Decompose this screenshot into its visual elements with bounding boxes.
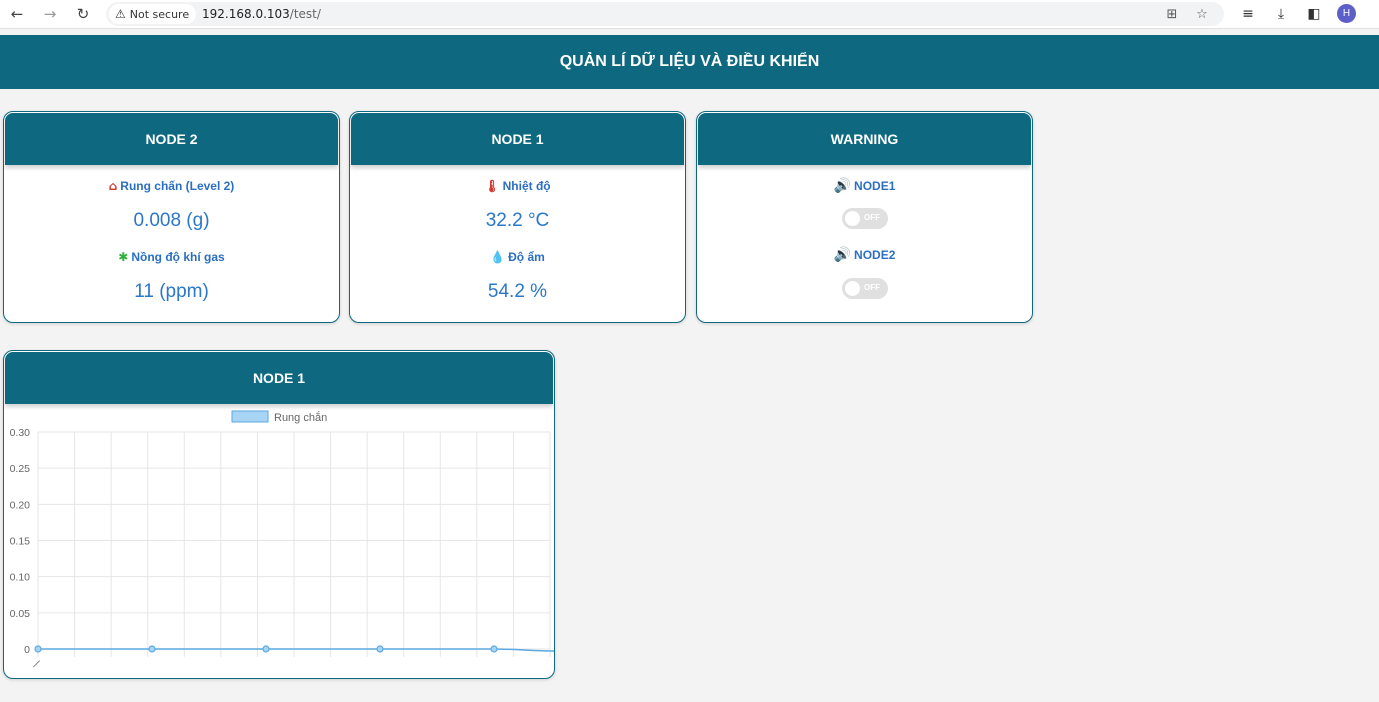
toggle-knob — [845, 281, 860, 296]
gas-label-row: ✱ Nồng độ khí gas — [4, 250, 339, 264]
speaker-icon: 🔊 — [833, 178, 852, 194]
chart-legend[interactable]: Rung chắn — [231, 410, 327, 424]
warning-card: WARNING 🔊 NODE1 OFF 🔊 NODE2 OFF — [696, 111, 1033, 323]
back-icon[interactable]: ← — [6, 3, 28, 25]
x-axis-tick-label: — — [29, 657, 44, 672]
star-icon[interactable]: ☆ — [1193, 5, 1211, 23]
warning-triangle-icon: ⚠ — [115, 7, 126, 21]
humidity-label-row: 💧 Độ ẩm — [350, 250, 685, 264]
browser-toolbar: ← → ↻ ⚠ Not secure 192.168.0.103/test/ ⊞… — [0, 0, 1379, 29]
vibration-label-row: ⌂ Rung chấn (Level 2) — [4, 179, 339, 193]
legend-swatch — [231, 410, 269, 423]
download-icon[interactable]: ⤓ — [1271, 4, 1291, 24]
toggle-state: OFF — [864, 283, 880, 292]
temperature-label: Nhiệt độ — [502, 179, 551, 193]
chart-card: NODE 1 0.30 0.25 0.20 0.15 0.10 0.05 0 Rung ch… — [3, 350, 555, 679]
reload-icon[interactable]: ↻ — [72, 3, 94, 25]
forward-icon[interactable]: → — [39, 3, 61, 25]
url-text[interactable]: 192.168.0.103/test/ — [202, 7, 321, 21]
y-tick-label: 0 — [24, 644, 30, 656]
gas-label: Nồng độ khí gas — [131, 250, 225, 264]
humidity-value: 54.2 % — [487, 281, 548, 302]
chart-card-title: NODE 1 — [5, 352, 553, 404]
side-panel-icon[interactable]: ◧ — [1304, 4, 1324, 24]
node1-card: NODE 1 🌡 Nhiệt độ 32.2 °C 💧 Độ ẩm 54.2 % — [349, 111, 686, 323]
profile-avatar[interactable]: H — [1337, 4, 1356, 23]
toggle-knob — [845, 211, 860, 226]
y-tick-label: 0.30 — [10, 427, 31, 439]
y-tick-label: 0.15 — [10, 536, 31, 548]
warning-card-title: WARNING — [698, 113, 1031, 165]
y-axis: 0.30 0.25 0.20 0.15 0.10 0.05 0 — [10, 427, 31, 656]
gas-value: 11 (ppm) — [134, 281, 209, 302]
temperature-value: 32.2 °C — [485, 210, 550, 231]
vibration-label: Rung chấn (Level 2) — [120, 179, 235, 193]
translate-icon[interactable]: ⊞ — [1163, 5, 1181, 23]
security-label: Not secure — [129, 7, 190, 21]
security-indicator[interactable]: ⚠ Not secure — [109, 4, 197, 24]
y-tick-label: 0.10 — [10, 572, 31, 584]
url-host: 192.168.0.103 — [202, 7, 290, 21]
speaker-icon: 🔊 — [833, 247, 852, 263]
reading-list-icon[interactable]: ≡ — [1238, 4, 1258, 24]
page-title: QUẢN LÍ DỮ LIỆU VÀ ĐIỀU KHIỂN — [0, 35, 1379, 89]
node1-alarm-toggle[interactable]: OFF — [842, 208, 888, 229]
warning-node1-row: 🔊 NODE1 — [697, 178, 1032, 194]
node2-card-title: NODE 2 — [5, 113, 338, 165]
data-point[interactable] — [34, 645, 42, 653]
legend-label: Rung chắn — [274, 411, 327, 424]
y-tick-label: 0.05 — [10, 608, 31, 620]
data-point[interactable] — [148, 645, 156, 653]
y-tick-label: 0.20 — [10, 499, 31, 511]
data-point[interactable] — [262, 645, 270, 653]
house-icon: ⌂ — [108, 179, 118, 193]
droplet-icon: 💧 — [490, 250, 506, 264]
warning-node2-row: 🔊 NODE2 — [697, 247, 1032, 263]
y-tick-label: 0.25 — [10, 463, 31, 475]
node2-card: NODE 2 ⌂ Rung chấn (Level 2) 0.008 (g) ✱… — [3, 111, 340, 323]
warning-node2-label: NODE2 — [854, 248, 896, 262]
humidity-label: Độ ẩm — [508, 250, 545, 264]
vibration-line-chart: 0.30 0.25 0.20 0.15 0.10 0.05 0 Rung chắn — — [10, 410, 554, 672]
chart-grid — [37, 431, 551, 657]
data-point[interactable] — [376, 645, 384, 653]
thermometer-icon: 🌡 — [484, 179, 500, 193]
url-path: /test/ — [289, 7, 321, 21]
data-point[interactable] — [490, 645, 498, 653]
temperature-label-row: 🌡 Nhiệt độ — [350, 179, 685, 193]
warning-node1-label: NODE1 — [854, 179, 896, 193]
address-bar[interactable]: ⚠ Not secure 192.168.0.103/test/ ⊞ ☆ — [106, 2, 1224, 26]
node2-alarm-toggle[interactable]: OFF — [842, 278, 888, 299]
toggle-state: OFF — [864, 213, 880, 222]
virus-icon: ✱ — [118, 250, 129, 264]
vibration-value: 0.008 (g) — [133, 210, 210, 231]
node1-card-title: NODE 1 — [351, 113, 684, 165]
